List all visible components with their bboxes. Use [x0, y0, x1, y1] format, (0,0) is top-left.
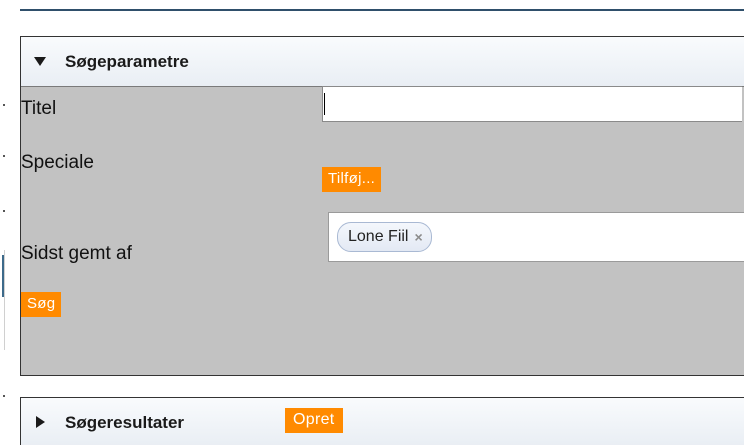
edge-faint-line	[4, 250, 5, 350]
edge-dot	[3, 155, 5, 157]
expand-triangle-icon[interactable]	[36, 416, 45, 428]
edge-dot	[3, 395, 5, 397]
user-token[interactable]: Lone Fiil ×	[337, 222, 432, 252]
search-parameters-header[interactable]: Søgeparametre	[21, 37, 744, 87]
user-token-label: Lone Fiil	[348, 228, 409, 245]
text-caret	[324, 93, 325, 115]
edge-dot	[3, 210, 5, 212]
search-results-header[interactable]: Søgeresultater Opret	[21, 398, 744, 445]
edge-dot	[3, 104, 5, 106]
sidst-gemt-af-label: Sidst gemt af	[21, 243, 132, 264]
titel-input[interactable]	[322, 86, 742, 122]
left-edge-marks	[0, 0, 8, 445]
create-button[interactable]: Opret	[285, 408, 343, 433]
search-button[interactable]: Søg	[21, 292, 62, 317]
edge-bar	[2, 255, 4, 297]
top-divider	[20, 9, 744, 11]
search-parameters-title: Søgeparametre	[65, 52, 189, 71]
remove-token-icon[interactable]: ×	[414, 229, 422, 245]
titel-label: Titel	[21, 98, 57, 119]
collapse-triangle-icon[interactable]	[34, 57, 46, 66]
sidst-gemt-af-field[interactable]: Lone Fiil ×	[328, 212, 744, 262]
search-results-panel: Søgeresultater Opret	[20, 397, 744, 445]
search-results-title: Søgeresultater	[65, 413, 185, 432]
speciale-label: Speciale	[21, 152, 94, 173]
add-speciale-button[interactable]: Tilføj...	[322, 167, 382, 192]
